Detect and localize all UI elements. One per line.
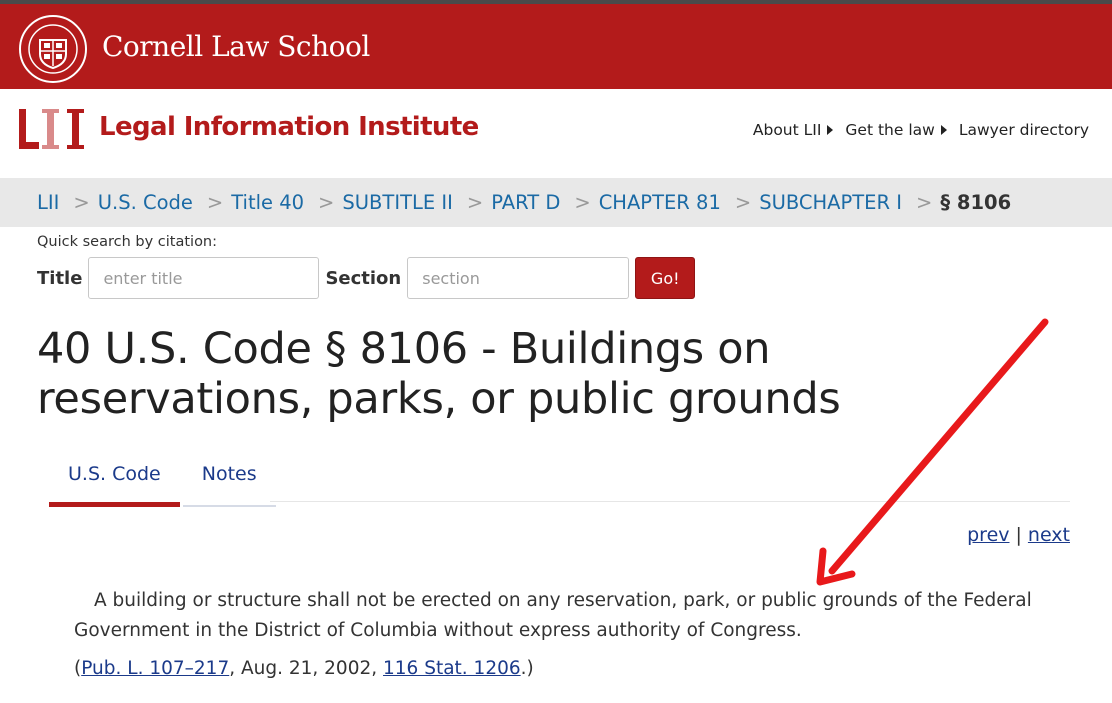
statute-text: A building or structure shall not be ere… [74,590,1032,641]
stat-link[interactable]: 116 Stat. 1206 [383,658,521,679]
breadcrumb-part-d[interactable]: PART D [491,191,560,214]
breadcrumb-separator: > [466,191,484,214]
lii-logo-icon[interactable] [18,108,90,150]
nav-get-the-law[interactable]: Get the law [845,121,947,139]
page-title: 40 U.S. Code § 8106 - Buildings on reser… [37,324,841,424]
breadcrumb: LII > U.S. Code > Title 40 > SUBTITLE II… [0,178,1112,227]
go-button[interactable]: Go! [635,257,696,299]
title-input[interactable] [88,257,320,299]
breadcrumb-title-40[interactable]: Title 40 [231,191,304,214]
pager: prev | next [967,524,1070,546]
breadcrumb-separator: > [734,191,752,214]
tabs-divider [270,501,1070,502]
prev-link[interactable]: prev [967,524,1009,546]
pub-law-link[interactable]: Pub. L. 107–217 [81,658,229,679]
quick-search-form: Title Section Go! [37,257,696,299]
content-tabs: U.S. Code Notes [49,455,276,507]
breadcrumb-chapter-81[interactable]: CHAPTER 81 [599,191,721,214]
tab-notes[interactable]: Notes [182,455,276,507]
breadcrumb-separator: > [318,191,335,214]
breadcrumb-subchapter-i[interactable]: SUBCHAPTER I [759,191,902,214]
breadcrumb-current: § 8106 [940,191,1012,214]
breadcrumb-separator: > [206,191,224,214]
title-field-label: Title [37,267,83,289]
breadcrumb-us-code[interactable]: U.S. Code [98,191,193,214]
breadcrumb-separator: > [574,191,591,214]
section-field-label: Section [325,267,402,289]
breadcrumb-subtitle-ii[interactable]: SUBTITLE II [342,191,453,214]
top-nav: About LII Get the law Lawyer directory [753,121,1089,139]
next-link[interactable]: next [1028,524,1070,546]
cornell-header: Cornell Law School [0,4,1112,89]
nav-lawyer-directory-label: Lawyer directory [958,121,1089,139]
lii-title[interactable]: Legal Information Institute [99,112,479,142]
nav-about-lii[interactable]: About LII [753,121,834,139]
breadcrumb-lii[interactable]: LII [37,191,59,214]
nav-get-the-law-label: Get the law [845,121,935,139]
tab-us-code[interactable]: U.S. Code [49,455,180,507]
pager-separator: | [1015,524,1022,546]
section-input[interactable] [407,257,630,299]
source-citation: (Pub. L. 107–217, Aug. 21, 2002, 116 Sta… [74,658,534,679]
caret-right-icon [940,125,947,135]
quick-search-label: Quick search by citation: [37,234,218,250]
cornell-seal-icon[interactable] [18,14,88,84]
cornell-law-school-title[interactable]: Cornell Law School [102,30,370,63]
citation-date: , Aug. 21, 2002, [229,658,384,679]
caret-right-icon [827,125,834,135]
citation-close: .) [520,658,534,679]
nav-lawyer-directory[interactable]: Lawyer directory [959,121,1089,139]
nav-about-lii-label: About LII [752,121,822,139]
breadcrumb-separator: > [73,191,90,214]
breadcrumb-separator: > [916,191,933,214]
